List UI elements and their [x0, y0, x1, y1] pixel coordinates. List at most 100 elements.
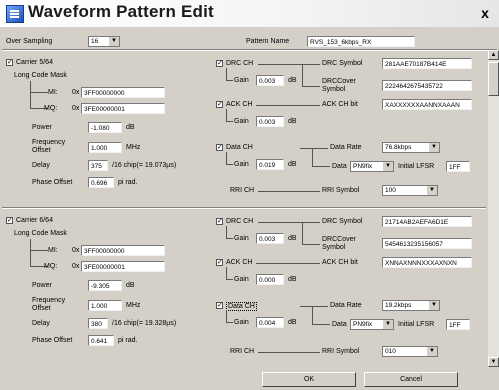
scrollbar-thumb[interactable] [488, 62, 499, 96]
connector-line [226, 322, 233, 323]
vertical-scrollbar[interactable]: ▲ ▼ [488, 50, 499, 367]
phase-offset-field[interactable]: 0.641 [88, 335, 114, 346]
drc-gain-unit: dB [288, 77, 297, 84]
ack-gain-field[interactable]: 0.003 [256, 116, 284, 127]
data-select[interactable]: PN9fix ▼ [350, 161, 394, 172]
waveform-pattern-edit-window: Waveform Pattern Edit x Over Sampling 16… [0, 0, 499, 390]
close-icon[interactable]: x [476, 4, 494, 22]
drc-symbol-field[interactable]: 281AAE70187B414E [382, 58, 472, 69]
data-value: PN9fix [353, 163, 373, 170]
ack-bit-field[interactable]: XAXXXXXXAANNXAAAN [382, 99, 472, 110]
power-field[interactable]: -1.080 [88, 122, 122, 133]
chevron-down-icon[interactable]: ▼ [426, 186, 437, 195]
mq-label: MQ: [44, 105, 58, 112]
pattern-name-field[interactable]: RVS_153_6kbps_RX [307, 36, 415, 47]
mq-field[interactable]: 3FE00000001 [81, 103, 165, 114]
data-rate-value: 19.2kbps [385, 302, 412, 309]
mi-field[interactable]: 3FF00000000 [81, 87, 165, 98]
drc-gain-field[interactable]: 0.003 [256, 75, 284, 86]
scroll-up-icon[interactable]: ▲ [488, 50, 499, 60]
connector-line [30, 239, 31, 267]
chevron-down-icon[interactable]: ▼ [428, 301, 439, 310]
phase-unit: pi rad. [118, 337, 138, 344]
data-rate-label: Data Rate [330, 144, 362, 151]
ack-ch-checkbox[interactable]: ✓ [216, 101, 223, 108]
initial-lfsr-field[interactable]: 1FF [446, 161, 470, 172]
connector-line [302, 86, 320, 87]
power-field[interactable]: -9.305 [88, 280, 122, 291]
drc-gain-label: Gain [234, 77, 249, 84]
drccover-label-2: Symbol [322, 244, 346, 251]
drccover-label-2: Symbol [322, 86, 346, 93]
phase-offset-field[interactable]: 0.696 [88, 177, 114, 188]
data-ch-checkbox[interactable]: ✓ [216, 302, 223, 309]
drccover-label: DRCCover [322, 78, 356, 85]
drc-symbol-label: DRC Symbol [322, 218, 363, 225]
delay-field[interactable]: 380 [88, 318, 108, 329]
drc-ch-checkbox[interactable]: ✓ [216, 218, 223, 225]
carrier-checkbox[interactable]: ✓ [6, 217, 13, 224]
connector-line [226, 267, 227, 279]
data-rate-label: Data Rate [330, 302, 362, 309]
drccover-symbol-field[interactable]: 2224642675435722 [382, 80, 472, 91]
ack-bit-field[interactable]: XNNAXNNNXXXAXNXN [382, 257, 472, 268]
ack-ch-checkbox[interactable]: ✓ [216, 259, 223, 266]
rri-symbol-select[interactable]: 100 ▼ [382, 185, 438, 196]
connector-line [226, 238, 233, 239]
connector-line [312, 148, 313, 166]
drc-gain-unit: dB [288, 235, 297, 242]
chevron-down-icon[interactable]: ▼ [426, 347, 437, 356]
connector-line [256, 105, 320, 106]
ack-bit-label: ACK CH bit [322, 259, 358, 266]
drc-ch-checkbox[interactable]: ✓ [216, 60, 223, 67]
data-ch-label: Data CH [226, 302, 257, 311]
chevron-down-icon[interactable]: ▼ [382, 162, 393, 171]
chevron-down-icon[interactable]: ▼ [382, 320, 393, 329]
power-label: Power [32, 124, 52, 131]
ok-button[interactable]: OK [262, 372, 356, 387]
connector-line [226, 80, 233, 81]
mq-field[interactable]: 3FE00000001 [81, 261, 165, 272]
drc-gain-label: Gain [234, 235, 249, 242]
data-gain-unit: dB [288, 161, 297, 168]
data-gain-field[interactable]: 0.004 [256, 317, 284, 328]
carrier-block: ✓ Carrier 5/64 Long Code Mask MI: 0x 3FF… [0, 50, 487, 208]
mi-label: MI: [48, 247, 58, 254]
data-ch-checkbox[interactable]: ✓ [216, 144, 223, 151]
over-sampling-select[interactable]: 16 ▼ [88, 36, 120, 47]
phase-unit: pi rad. [118, 179, 138, 186]
data-gain-label: Gain [234, 161, 249, 168]
drc-symbol-field[interactable]: 21714AB2AEFA6D1E [382, 216, 472, 227]
frequency-offset-field[interactable]: 1.000 [88, 300, 122, 311]
data-gain-field[interactable]: 0.019 [256, 159, 284, 170]
connector-line [226, 226, 227, 238]
carrier-checkbox[interactable]: ✓ [6, 59, 13, 66]
data-rate-select[interactable]: 19.2kbps ▼ [382, 300, 440, 311]
mi-field[interactable]: 3FF00000000 [81, 245, 165, 256]
delay-field[interactable]: 375 [88, 160, 108, 171]
chevron-down-icon[interactable]: ▼ [108, 37, 119, 46]
data-gain-label: Gain [234, 319, 249, 326]
initial-lfsr-field[interactable]: 1FF [446, 319, 470, 330]
drccover-symbol-field[interactable]: 5454613235156057 [382, 238, 472, 249]
connector-line [30, 250, 48, 251]
rri-symbol-select[interactable]: 010 ▼ [382, 346, 438, 357]
frequency-offset-field[interactable]: 1.000 [88, 142, 122, 153]
data-rate-select[interactable]: 76.8kbps ▼ [382, 142, 440, 153]
data-select[interactable]: PN9fix ▼ [350, 319, 394, 330]
ack-gain-unit: dB [288, 276, 297, 283]
chevron-down-icon[interactable]: ▼ [428, 143, 439, 152]
data-value: PN9fix [353, 321, 373, 328]
over-sampling-label: Over Sampling [6, 38, 53, 45]
cancel-button[interactable]: Cancel [364, 372, 458, 387]
carrier-block: ✓ Carrier 6/64 Long Code Mask MI: 0x 3FF… [0, 208, 487, 366]
drc-gain-field[interactable]: 0.003 [256, 233, 284, 244]
ack-gain-field[interactable]: 0.000 [256, 274, 284, 285]
ack-bit-label: ACK CH bit [322, 101, 358, 108]
connector-line [302, 222, 303, 244]
connector-line [226, 310, 227, 322]
drc-ch-label: DRC CH [226, 218, 254, 225]
scroll-down-icon[interactable]: ▼ [488, 357, 499, 367]
connector-line [258, 64, 320, 65]
ack-gain-label: Gain [234, 276, 249, 283]
